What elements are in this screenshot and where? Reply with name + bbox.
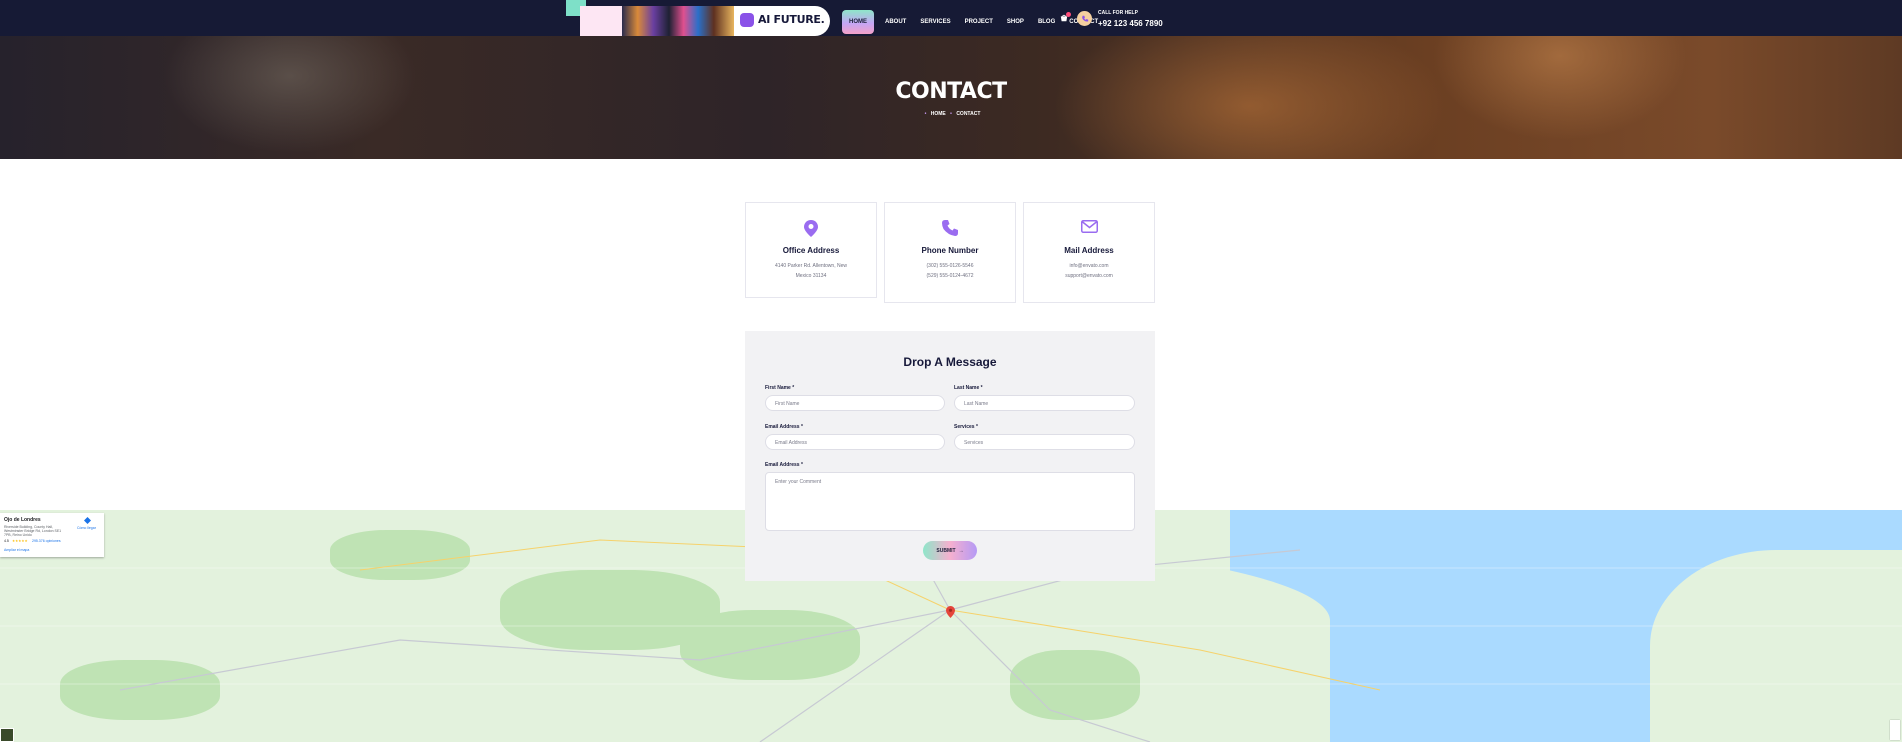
- rating-stars-icon: ★★★★★: [12, 539, 28, 543]
- map-pin-icon: [746, 220, 876, 237]
- mail-icon: [1024, 220, 1154, 233]
- card-line[interactable]: (529) 555-0124-4672: [885, 273, 1015, 279]
- logo-pink-block: [580, 6, 622, 36]
- map-pin-marker-icon[interactable]: [946, 606, 955, 618]
- bigger-map-link[interactable]: Ampliar el mapa: [4, 548, 29, 552]
- satellite-toggle[interactable]: [0, 728, 14, 742]
- email-label: Email Address *: [765, 424, 803, 430]
- reviews-link[interactable]: 295.376 opiniones: [32, 539, 61, 543]
- submit-button[interactable]: SUBMIT →: [923, 541, 977, 560]
- place-title: Ojo de Londres: [4, 517, 41, 523]
- comment-textarea[interactable]: Enter your Comment: [765, 472, 1135, 531]
- breadcrumb-home[interactable]: HOME: [931, 111, 946, 117]
- page-title: CONTACT: [895, 79, 1007, 104]
- nav-blog[interactable]: BLOG: [1031, 10, 1062, 34]
- breadcrumb-bullet: •: [924, 111, 927, 117]
- call-label: CALL FOR HELP: [1098, 10, 1138, 16]
- breadcrumb: • HOME • CONTACT: [0, 111, 1902, 117]
- nav-home[interactable]: HOME: [842, 10, 874, 34]
- map-zoom-controls[interactable]: [1890, 720, 1900, 740]
- logo-pill: AI FUTURE.: [580, 6, 830, 36]
- breadcrumb-current: CONTACT: [956, 111, 981, 117]
- card-line[interactable]: (302) 555-0126-5546: [885, 263, 1015, 269]
- card-title: Mail Address: [1064, 246, 1114, 255]
- directions-icon[interactable]: [84, 517, 91, 524]
- last-name-label: Last Name *: [954, 385, 983, 391]
- office-address-card: Office Address 4140 Parker Rd. Allentown…: [745, 202, 877, 298]
- logo-banner-image: [622, 6, 734, 36]
- logo-text: AI FUTURE.: [758, 13, 825, 26]
- first-name-input[interactable]: First Name: [765, 395, 945, 411]
- logo[interactable]: AI FUTURE.: [566, 0, 830, 36]
- phone-icon: [885, 220, 1015, 236]
- logo-mark-icon: [740, 13, 754, 27]
- contact-form: Drop A Message First Name * First Name L…: [745, 331, 1155, 581]
- arrow-right-icon: →: [958, 547, 964, 554]
- services-label: Services *: [954, 424, 978, 430]
- nav-shop[interactable]: SHOP: [1000, 10, 1031, 34]
- call-number[interactable]: +92 123 456 7890: [1098, 19, 1163, 28]
- form-title: Drop A Message: [903, 355, 997, 369]
- place-rating: 4.5: [4, 539, 9, 543]
- email-input[interactable]: Email Address: [765, 434, 945, 450]
- comment-label: Email Address *: [765, 462, 803, 468]
- card-line[interactable]: support@envato.com: [1024, 273, 1154, 279]
- place-address: 7PB, Reino Unido: [4, 533, 32, 537]
- cart-count-badge: [1066, 12, 1071, 17]
- map-place-card: Ojo de Londres Riverside Building, Count…: [0, 513, 104, 557]
- card-line[interactable]: info@envato.com: [1024, 263, 1154, 269]
- card-line: 4140 Parker Rd. Allentown, New: [775, 263, 847, 269]
- submit-label: SUBMIT: [936, 547, 956, 554]
- last-name-input[interactable]: Last Name: [954, 395, 1135, 411]
- directions-link[interactable]: Cómo llegar: [77, 526, 96, 530]
- mail-address-card: Mail Address info@envato.com support@env…: [1023, 202, 1155, 303]
- nav-about[interactable]: ABOUT: [878, 10, 913, 34]
- first-name-label: First Name *: [765, 385, 795, 391]
- nav-services[interactable]: SERVICES: [913, 10, 957, 34]
- phone-number-card: Phone Number (302) 555-0126-5546 (529) 5…: [884, 202, 1016, 303]
- services-input[interactable]: Services: [954, 434, 1135, 450]
- phone-call-icon: [1077, 11, 1092, 26]
- nav-project[interactable]: PROJECT: [958, 10, 1000, 34]
- breadcrumb-separator: •: [950, 111, 952, 117]
- card-title: Phone Number: [921, 246, 979, 255]
- card-line: Mexico 31134: [795, 273, 827, 279]
- card-title: Office Address: [782, 246, 840, 255]
